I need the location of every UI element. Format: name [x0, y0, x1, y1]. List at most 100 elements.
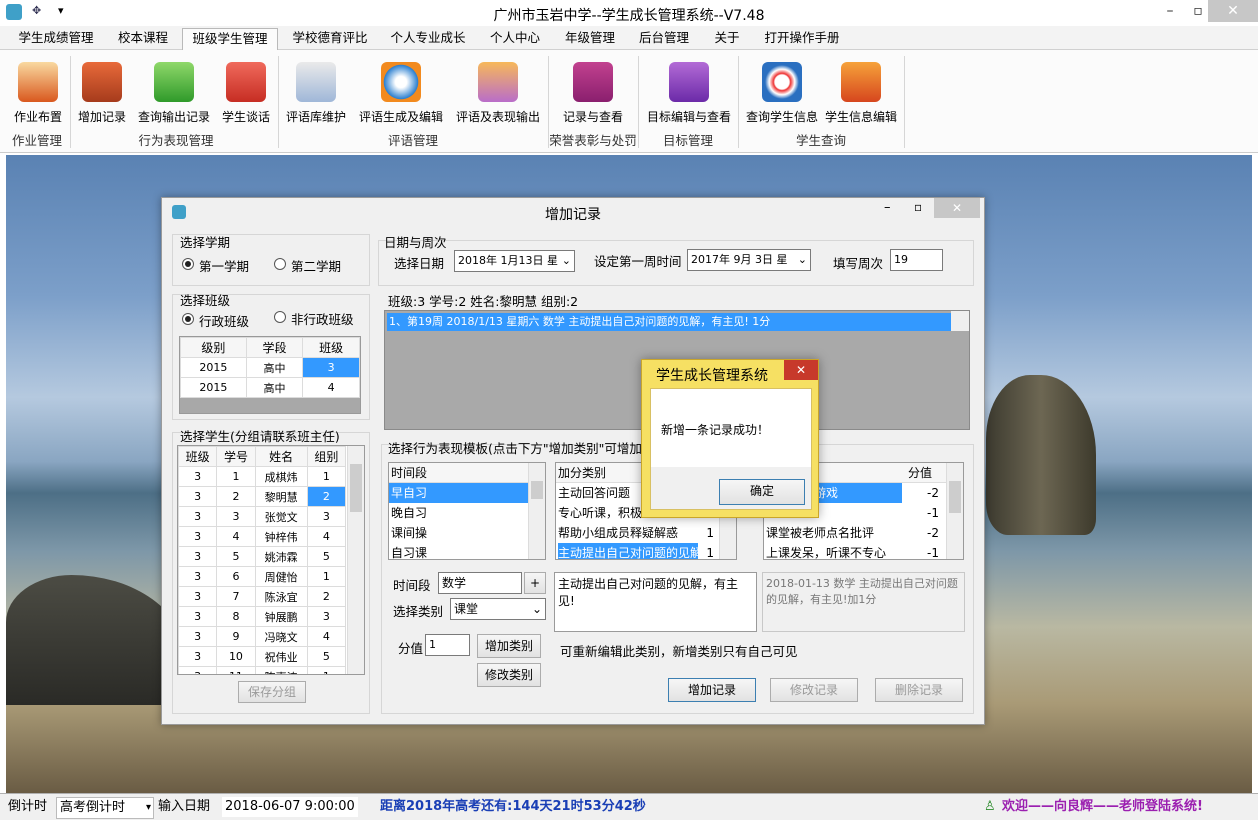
ok-button[interactable]: 确定 — [719, 479, 805, 505]
comment-gen-button[interactable]: 评语生成及编辑 — [356, 58, 446, 125]
lifebuoy-icon — [762, 62, 802, 102]
query-student-button[interactable]: 查询学生信息 — [742, 58, 822, 125]
term2-label[interactable]: 第二学期 — [291, 256, 341, 275]
category-dropdown-icon[interactable]: ⌄ — [532, 599, 542, 619]
student-row[interactable]: 3 2 黎明慧 2 — [178, 486, 347, 507]
input-date-value[interactable]: 2018-06-07 9:00:00 — [222, 797, 358, 817]
delete-record-button[interactable]: 删除记录 — [875, 678, 963, 702]
countdown-select[interactable]: 高考倒计时 ▾ — [56, 797, 154, 819]
student-cell: 5 — [306, 546, 347, 567]
student-row[interactable]: 3 9 冯晓文 4 — [178, 626, 347, 647]
tab-score[interactable]: 学生成绩管理 — [10, 28, 102, 50]
countdown-value: 高考倒计时 — [60, 800, 126, 815]
record-item[interactable]: 1、第19周 2018/1/13 星期六 数学 主动提出自己对问题的见解，有主见… — [387, 313, 951, 331]
comment-output-label: 评语及表现输出 — [455, 110, 540, 124]
title-bar: ✥ ▾ 广州市玉岩中学--学生成长管理系统--V7.48 – ▫ ✕ — [0, 0, 1258, 26]
admin-class-label[interactable]: 行政班级 — [199, 311, 249, 330]
student-cell: 8 — [216, 606, 256, 627]
add-record-button[interactable]: 增加记录 — [72, 58, 132, 125]
tab-moral[interactable]: 学校德育评比 — [284, 28, 376, 50]
student-scrollbar[interactable] — [347, 446, 364, 674]
student-cell: 3 — [178, 546, 218, 567]
tab-manual[interactable]: 打开操作手册 — [756, 28, 848, 50]
comment-lib-button[interactable]: 评语库维护 — [282, 58, 350, 125]
period-label: 时间段 — [393, 578, 431, 593]
category-select[interactable]: 课堂 ⌄ — [450, 598, 546, 620]
student-row[interactable]: 311陈嘉涛1 — [178, 666, 347, 674]
period-item[interactable]: 课间操 — [389, 523, 545, 543]
save-group-button[interactable]: 保存分组 — [238, 681, 306, 703]
add-record-button[interactable]: 增加记录 — [668, 678, 756, 702]
student-cell: 冯晓文 — [254, 626, 308, 647]
content-textarea[interactable]: 主动提出自己对问题的见解，有主见! — [554, 572, 757, 632]
student-cell: 4 — [216, 526, 256, 547]
minus-scrollbar[interactable] — [946, 463, 963, 559]
comment-output-button[interactable]: 评语及表现输出 — [452, 58, 544, 125]
student-row[interactable]: 3 3 张觉文 3 — [178, 506, 347, 527]
homework-button[interactable]: 作业布置 — [8, 58, 68, 125]
minus-score-header: 分值 — [908, 466, 933, 480]
tab-personal[interactable]: 个人中心 — [480, 28, 550, 50]
tab-course[interactable]: 校本课程 — [108, 28, 178, 50]
query-output-button[interactable]: 查询输出记录 — [134, 58, 214, 125]
student-cell: 成棋炜 — [254, 466, 308, 487]
nonadmin-class-radio[interactable] — [274, 311, 286, 323]
tab-growth[interactable]: 个人专业成长 — [382, 28, 474, 50]
student-cell: 5 — [216, 546, 256, 567]
talk-button[interactable]: 学生谈话 — [218, 58, 274, 125]
student-row[interactable]: 3 4 钟梓伟 4 — [178, 526, 347, 547]
edit-student-button[interactable]: 学生信息编辑 — [822, 58, 900, 125]
student-row[interactable]: 3 10 祝伟业 5 — [178, 646, 347, 667]
add-period-button[interactable]: + — [524, 572, 546, 594]
student-row[interactable]: 3 6 周健怡 1 — [178, 566, 347, 587]
student-cell: 3 — [178, 566, 218, 587]
tab-class-student[interactable]: 班级学生管理 — [182, 28, 278, 50]
term1-label[interactable]: 第一学期 — [199, 256, 249, 275]
score-input[interactable]: 1 — [425, 634, 470, 656]
bonus-item[interactable]: 主动提出自己对问题的见解 1 — [556, 543, 736, 559]
edit-record-button[interactable]: 修改记录 — [770, 678, 858, 702]
period-item[interactable]: 早自习 — [389, 483, 529, 503]
first-week-dropdown-icon[interactable]: ⌄ — [798, 250, 807, 270]
period-item[interactable]: 自习课 — [389, 543, 545, 559]
period-item[interactable]: 晚自习 — [389, 503, 545, 523]
minus-item[interactable]: 上课发呆，听课不专心 -1 — [764, 543, 963, 559]
minus-item[interactable]: 课堂被老师点名批评 -2 — [764, 523, 963, 543]
class-row[interactable]: 2015 高中 4 — [180, 377, 360, 398]
student-cell: 11 — [216, 666, 256, 674]
message-box-close-button[interactable]: ✕ — [784, 360, 818, 380]
term2-radio[interactable] — [274, 258, 286, 270]
honor-record-button[interactable]: 记录与查看 — [558, 58, 628, 125]
add-category-button[interactable]: 增加类别 — [477, 634, 541, 658]
term1-radio[interactable] — [182, 258, 194, 270]
dialog-close-button[interactable]: ✕ — [934, 198, 980, 218]
student-row[interactable]: 3 7 陈泳宜 2 — [178, 586, 347, 607]
tab-about[interactable]: 关于 — [704, 28, 750, 50]
dialog-maximize-button[interactable]: ▫ — [914, 200, 922, 214]
group-homework: 作业管理 — [11, 133, 62, 148]
homework-label: 作业布置 — [13, 110, 62, 124]
student-row[interactable]: 3 5 姚沛霖 5 — [178, 546, 347, 567]
select-date-picker[interactable]: 2018年 1月13日 星 ⌄ — [454, 250, 575, 272]
close-button[interactable]: ✕ — [1208, 0, 1258, 22]
tab-admin[interactable]: 后台管理 — [630, 28, 698, 50]
week-input[interactable]: 19 — [890, 249, 943, 271]
period-scrollbar[interactable] — [528, 463, 545, 559]
student-row[interactable]: 3 8 钟展鹏 3 — [178, 606, 347, 627]
calendar-dropdown-icon[interactable]: ⌄ — [562, 251, 571, 271]
edit-category-button[interactable]: 修改类别 — [477, 663, 541, 687]
student-row[interactable]: 3 1 成棋炜 1 — [178, 466, 347, 487]
dialog-minimize-button[interactable]: – — [884, 200, 891, 215]
nonadmin-class-label[interactable]: 非行政班级 — [291, 309, 354, 328]
star-icon — [573, 62, 613, 102]
period-input[interactable]: 数学 — [438, 572, 522, 594]
first-week-picker[interactable]: 2017年 9月 3日 星 ⌄ — [687, 249, 811, 271]
bonus-item[interactable]: 帮助小组成员释疑解惑 1 — [556, 523, 736, 543]
target-button[interactable]: 目标编辑与查看 — [644, 58, 734, 125]
student-table: 班级 学号 姓名 组别 3 1 成棋炜 1 3 2 黎明慧 2 3 3 张觉文 3 3 4 钟梓伟 4 3 5 姚沛霖 5 3 6… — [177, 445, 365, 675]
tab-grade[interactable]: 年级管理 — [556, 28, 624, 50]
admin-class-radio[interactable] — [182, 313, 194, 325]
student-cell: 钟展鹏 — [254, 606, 308, 627]
countdown-dropdown-icon[interactable]: ▾ — [146, 798, 151, 818]
class-row[interactable]: 2015 高中 3 — [180, 357, 360, 378]
